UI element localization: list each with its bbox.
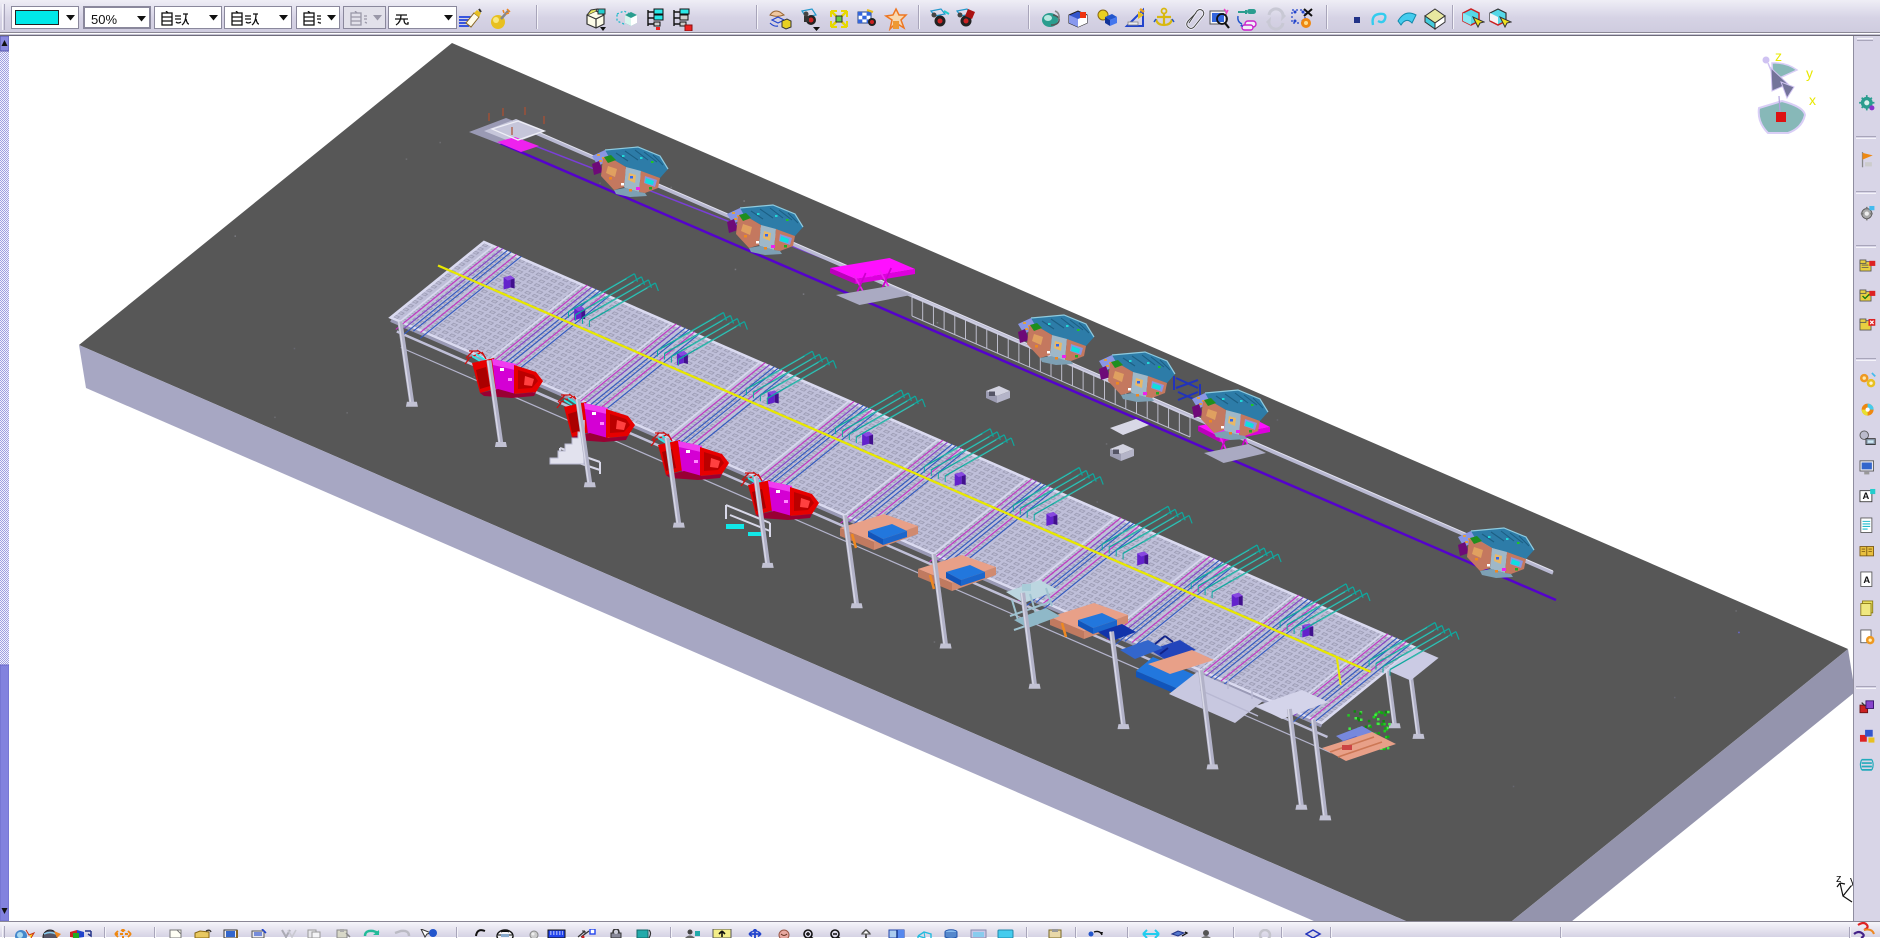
svg-text:A: A: [1863, 491, 1870, 501]
svg-text:y: y: [1806, 65, 1813, 81]
svg-text:z: z: [1836, 873, 1842, 885]
svg-text:z: z: [1775, 48, 1782, 64]
svg-text:50%: 50%: [91, 12, 117, 27]
svg-text:A: A: [1863, 575, 1870, 585]
svg-text:x: x: [1809, 92, 1816, 108]
